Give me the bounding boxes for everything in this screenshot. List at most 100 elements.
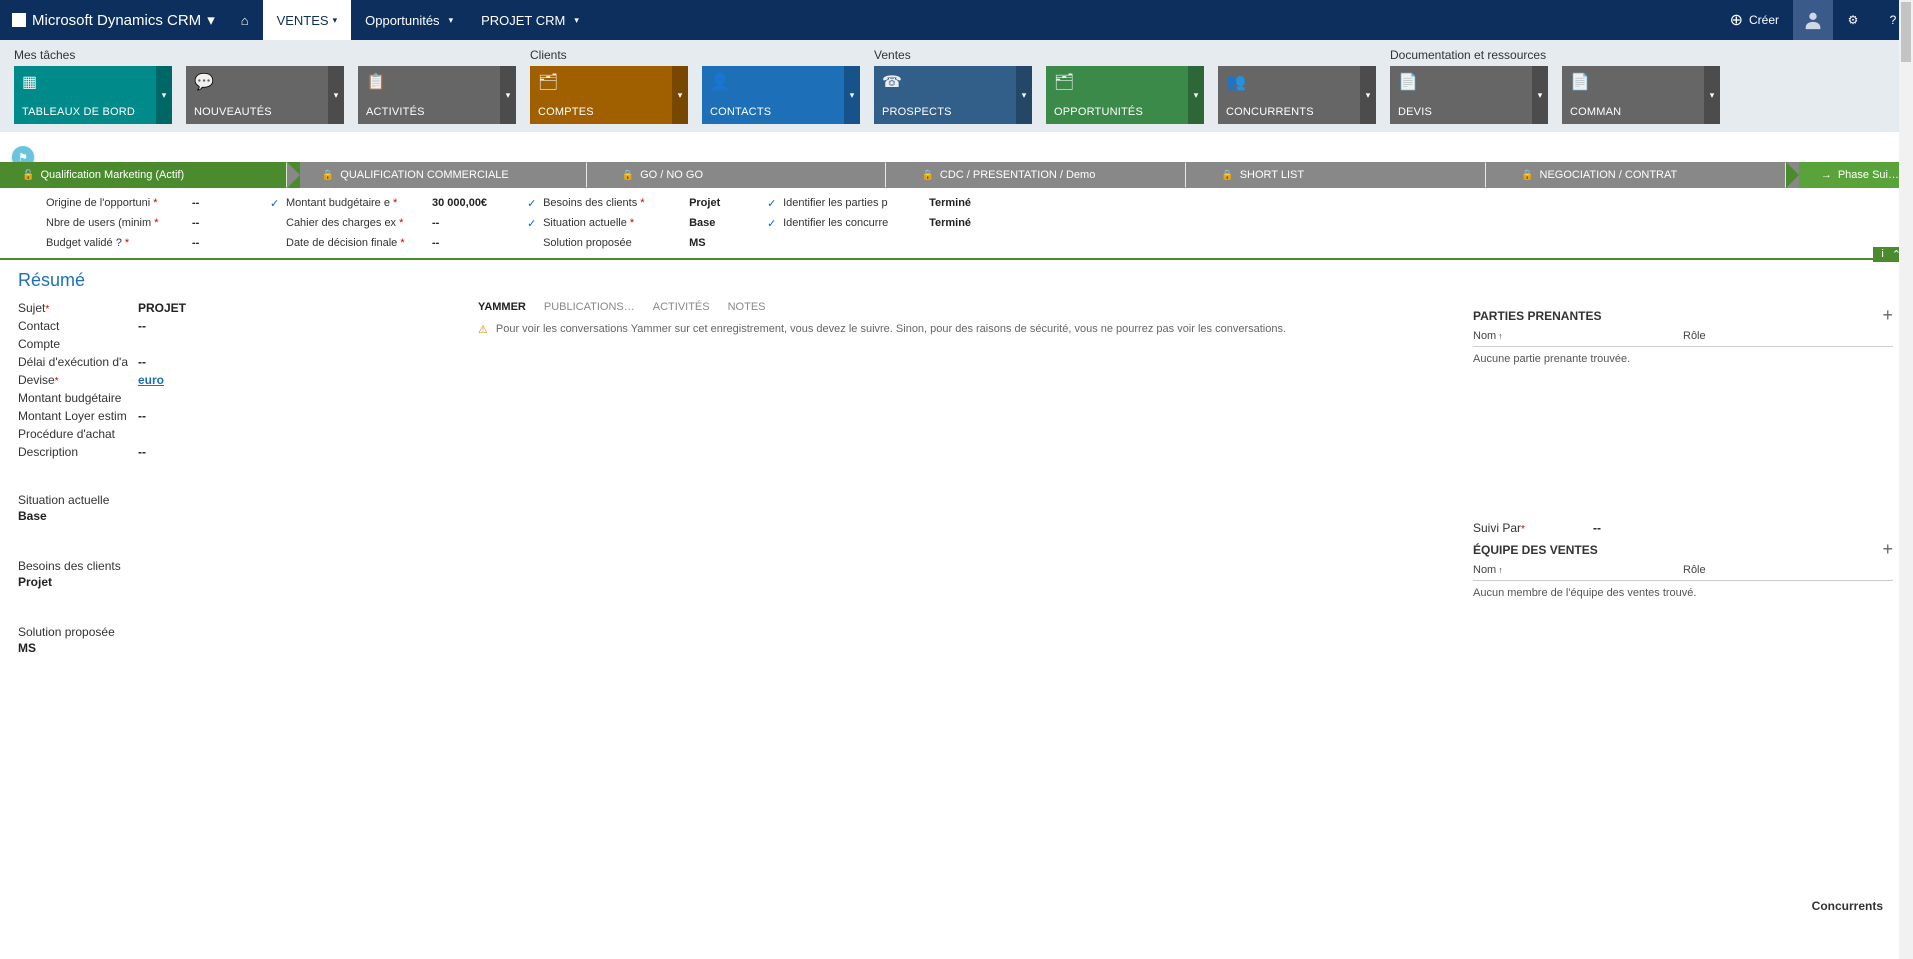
top-nav: Microsoft Dynamics CRM ▾ ⌂ VENTES ▾ Oppo… (0, 0, 1913, 40)
chevron-down-icon[interactable]: ▾ (1360, 66, 1376, 124)
field-value-loyer[interactable]: -- (138, 409, 146, 423)
field-value-devise[interactable]: euro (138, 373, 164, 387)
stage-next[interactable]: → Phase Sui… (1799, 162, 1913, 188)
add-partie-button[interactable]: + (1882, 305, 1893, 326)
field-value-desc[interactable]: -- (138, 445, 146, 459)
settings-button[interactable]: ⚙ (1833, 0, 1873, 40)
tile-tableaux-de-bord[interactable]: ▦ TABLEAUX DE BORD▾ (14, 66, 172, 124)
stage-field-label: Cahier des charges ex * (286, 217, 426, 229)
stage-field[interactable]: Date de décision finale *-- (270, 234, 487, 252)
field-value-contact[interactable]: -- (138, 319, 146, 333)
nav-ventes[interactable]: VENTES ▾ (263, 0, 352, 40)
tile-icon: 📋 (366, 72, 508, 92)
chevron-down-icon: ▾ (207, 11, 215, 29)
chevron-down-icon[interactable]: ▾ (672, 66, 688, 124)
field-value-besoins[interactable]: Projet (18, 575, 52, 589)
stage-field-value: Terminé (929, 217, 971, 229)
chevron-down-icon[interactable]: ▾ (1188, 66, 1204, 124)
add-equipe-button[interactable]: + (1882, 539, 1893, 560)
tile-contacts[interactable]: 👤CONTACTS▾ (702, 66, 860, 124)
user-avatar[interactable] (1793, 0, 1833, 40)
tile-activités[interactable]: 📋ACTIVITÉS▾ (358, 66, 516, 124)
stage-field[interactable]: ✓Identifier les parties pTerminé (767, 194, 971, 212)
stage-field[interactable]: Cahier des charges ex *-- (270, 214, 487, 232)
tab-publications[interactable]: PUBLICATIONS… (544, 301, 635, 315)
tile-prospects[interactable]: ☎PROSPECTS▾ (874, 66, 1032, 124)
tile-group: Documentation et ressources📄DEVIS▾📄COMMA… (1390, 48, 1720, 124)
stage-field-label: Solution proposée (543, 237, 683, 249)
tile-devis[interactable]: 📄DEVIS▾ (1390, 66, 1548, 124)
tile-nouveautés[interactable]: 💬NOUVEAUTÉS▾ (186, 66, 344, 124)
stage-field[interactable]: ✓Situation actuelle *Base (527, 214, 727, 232)
chevron-down-icon[interactable]: ▾ (1016, 66, 1032, 124)
stage-field-value: Projet (689, 197, 720, 209)
tab-activites[interactable]: ACTIVITÉS (653, 301, 710, 315)
tile-concurrents[interactable]: 👥CONCURRENTS▾ (1218, 66, 1376, 124)
stage-field-value: MS (689, 237, 706, 249)
create-label: Créer (1749, 13, 1779, 27)
stage-5[interactable]: 🔒NEGOCIATION / CONTRAT (1499, 162, 1799, 188)
grid-col-role[interactable]: Rôle (1683, 330, 1893, 342)
field-value-situation[interactable]: Base (18, 509, 47, 523)
stage-field[interactable]: ✓Montant budgétaire e *30 000,00€ (270, 194, 487, 212)
brand[interactable]: Microsoft Dynamics CRM ▾ (0, 0, 227, 40)
tile-comptes[interactable]: 🗂COMPTES▾ (530, 66, 688, 124)
stage-field[interactable]: ✓Identifier les concurreTerminé (767, 214, 971, 232)
grid-col-nom[interactable]: Nom↑ (1473, 330, 1683, 342)
stage-field-value: -- (192, 237, 199, 249)
tile-group: Ventes☎PROSPECTS▾🗂OPPORTUNITÉS▾👥CONCURRE… (874, 48, 1376, 124)
main: Résumé Sujet*PROJET Contact-- Compte Dél… (0, 260, 1913, 919)
field-value-sujet[interactable]: PROJET (138, 301, 186, 315)
process-bar: ⚑ 🔓Qualification Marketing (Actif)🔒QUALI… (0, 162, 1913, 188)
stage-field[interactable]: Solution proposée MS (527, 234, 727, 252)
tile-opportunités[interactable]: 🗂OPPORTUNITÉS▾ (1046, 66, 1204, 124)
field-value-delai[interactable]: -- (138, 355, 146, 369)
tab-yammer[interactable]: YAMMER (478, 301, 526, 315)
yammer-warning: ⚠ Pour voir les conversations Yammer sur… (478, 319, 1433, 340)
stage-field[interactable]: Budget validé ? *-- (30, 234, 230, 252)
tile-nav: Mes tâches▦TABLEAUX DE BORD▾💬NOUVEAUTÉS▾… (0, 40, 1913, 132)
tile-label: COMPTES (538, 106, 680, 118)
chevron-down-icon[interactable]: ▾ (1532, 66, 1548, 124)
stage-field[interactable]: ✓Besoins des clients *Projet (527, 194, 727, 212)
chevron-down-icon[interactable]: ▾ (328, 66, 344, 124)
stage-1[interactable]: 🔒QUALIFICATION COMMERCIALE (300, 162, 600, 188)
stage-field-value: Terminé (929, 197, 971, 209)
create-button[interactable]: ⊕ Créer (1716, 0, 1793, 40)
nav-home[interactable]: ⌂ (227, 0, 263, 40)
scrollbar-vertical[interactable] (1899, 260, 1913, 919)
chevron-down-icon[interactable]: ▾ (844, 66, 860, 124)
grid-col-nom-equipe[interactable]: Nom↑ (1473, 564, 1683, 576)
stage-field[interactable]: Origine de l'opportuni *-- (30, 194, 230, 212)
chevron-down-icon[interactable]: ▾ (1704, 66, 1720, 124)
field-label-besoins: Besoins des clients (18, 559, 138, 573)
tile-group-label: Clients (530, 48, 860, 64)
nav-opportunites[interactable]: Opportunités ▾ (351, 0, 467, 40)
stage-field-value: 30 000,00€ (432, 197, 487, 209)
tile-label: CONTACTS (710, 106, 852, 118)
stage-3[interactable]: 🔒CDC / PRESENTATION / Demo (899, 162, 1199, 188)
stage-0[interactable]: 🔓Qualification Marketing (Actif) (0, 162, 300, 188)
chevron-down-icon[interactable]: ▾ (500, 66, 516, 124)
nav-opportunites-label: Opportunités (365, 13, 439, 28)
grid-col-role-equipe[interactable]: Rôle (1683, 564, 1893, 576)
field-value-solution[interactable]: MS (18, 641, 36, 655)
stage-4[interactable]: 🔒SHORT LIST (1199, 162, 1499, 188)
sort-asc-icon: ↑ (1498, 565, 1503, 575)
tab-notes[interactable]: NOTES (728, 301, 766, 315)
field-label-devise: Devise (18, 373, 55, 387)
grid-empty-parties: Aucune partie prenante trouvée. (1473, 347, 1893, 371)
help-icon: ? (1890, 13, 1897, 27)
field-value-suivi[interactable]: -- (1593, 521, 1601, 535)
stage-field[interactable]: Nbre de users (minim *-- (30, 214, 230, 232)
stage-2[interactable]: 🔒GO / NO GO (600, 162, 900, 188)
stage-label: Qualification Marketing (Actif) (40, 169, 184, 181)
plus-circle-icon: ⊕ (1730, 10, 1743, 30)
panel-title-concurrents: Concurrents (1812, 899, 1883, 913)
nav-projet[interactable]: PROJET CRM ▾ (467, 0, 593, 40)
chevron-down-icon[interactable]: ▾ (156, 66, 172, 124)
tile-label: TABLEAUX DE BORD (22, 106, 164, 118)
stage-label: GO / NO GO (640, 169, 703, 181)
tile-icon: ▦ (22, 72, 164, 92)
tile-comman[interactable]: 📄COMMAN▾ (1562, 66, 1720, 124)
